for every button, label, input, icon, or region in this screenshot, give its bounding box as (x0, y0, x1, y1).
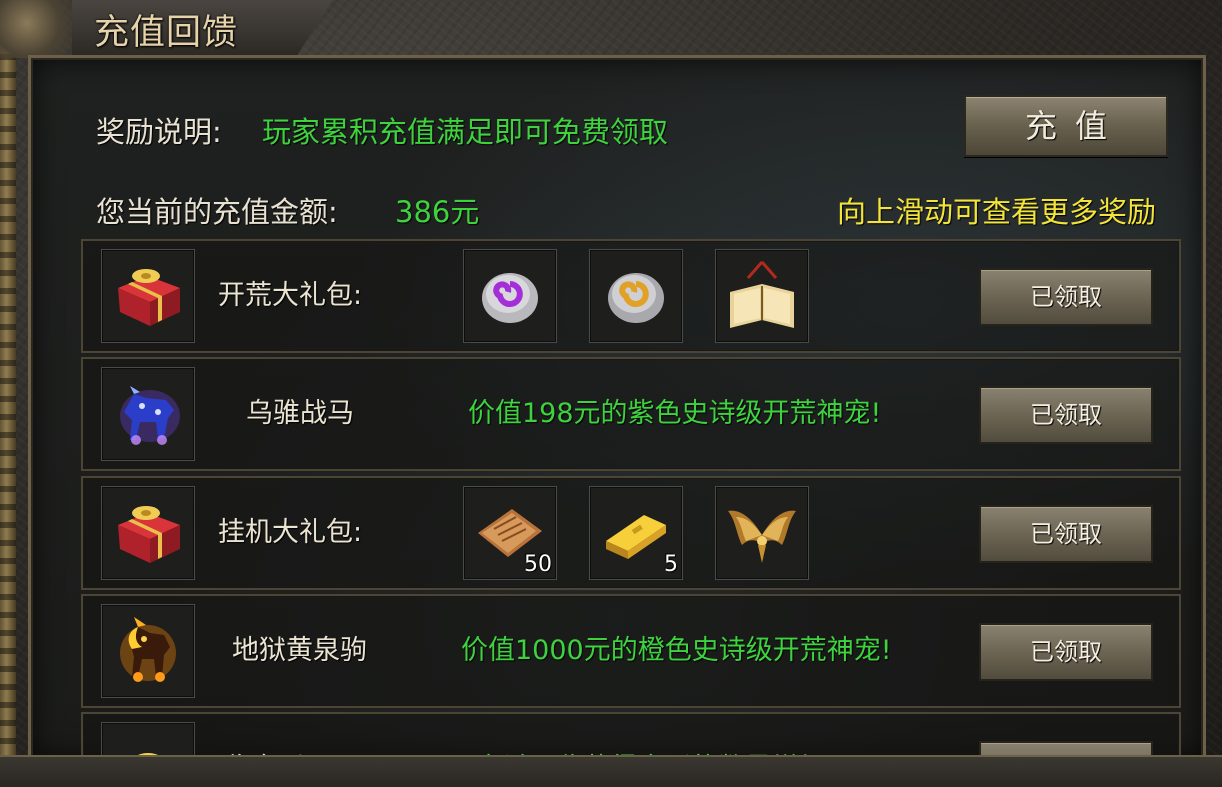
reward-name: 回收金币 (196, 714, 304, 758)
reward-icon-slot (101, 367, 195, 461)
reward-name: 开荒大礼包: (218, 280, 363, 311)
reward-name: 乌骓战马 (246, 398, 354, 429)
reward-icon-slot (101, 486, 195, 580)
gift-box-icon (118, 269, 180, 326)
gold-bar-icon (606, 515, 666, 559)
gift-box-icon (118, 506, 180, 563)
purple-rune-stone-icon (482, 273, 538, 323)
reward-desc-text: 玩家累积充值满足即可免费领取 (262, 115, 669, 149)
reward-icon-slot (101, 249, 195, 343)
claimed-button[interactable]: 已领取 (979, 623, 1153, 681)
reward-desc-label: 奖励说明: (96, 115, 222, 149)
frame-bottom-edge (0, 755, 1222, 787)
current-amount-value: 386元 (395, 195, 480, 229)
skill-book-icon (730, 261, 794, 328)
gold-rune-stone-icon (608, 273, 664, 323)
reward-item-slot[interactable] (589, 249, 683, 343)
reward-item-slot[interactable] (715, 486, 809, 580)
recharge-button[interactable]: 充值 (964, 95, 1168, 157)
reward-item-slot[interactable]: 5 (589, 486, 683, 580)
reward-row: 乌骓战马 价值198元的紫色史诗级开荒神宠! 已领取 (81, 357, 1181, 471)
dragon-ornament (0, 0, 16, 785)
current-amount-label: 您当前的充值金额: (96, 195, 338, 229)
reward-desc: 价值198元的紫色史诗级开荒神宠! (468, 398, 882, 429)
item-quantity: 5 (664, 552, 678, 577)
purple-horse-icon (120, 386, 180, 445)
reward-row: 挂机大礼包: 50 5 已领取 (81, 476, 1181, 590)
reward-item-slot[interactable] (715, 249, 809, 343)
main-panel: 奖励说明: 玩家累积充值满足即可免费领取 充值 您当前的充值金额: 386元 向… (28, 55, 1206, 761)
gold-coin-icon (132, 753, 164, 758)
window-title: 充值回馈 (94, 13, 239, 53)
reward-row: 开荒大礼包: 已领取 (81, 239, 1181, 353)
reward-desc: 价值1000元的橙色史诗级开荒神宠! (461, 635, 892, 666)
reward-icon-slot (101, 722, 195, 758)
claimed-button[interactable]: 已领取 (979, 386, 1153, 444)
scroll-hint: 向上滑动可查看更多奖励 (837, 195, 1157, 229)
golden-wings-icon (728, 510, 796, 563)
flame-horse-icon (120, 617, 176, 682)
reward-list[interactable]: 开荒大礼包: 已领取 乌骓战马 价值198元的紫色史诗级开荒神宠! 已领取 挂机… (81, 239, 1183, 758)
claimed-button[interactable]: 已领取 (979, 268, 1153, 326)
reward-item-slot[interactable] (463, 249, 557, 343)
claimed-button[interactable]: 已领取 (979, 505, 1153, 563)
reward-item-slot[interactable]: 50 (463, 486, 557, 580)
item-quantity: 50 (524, 552, 552, 577)
reward-desc: 击杀回收获得金币的数量增加 (475, 714, 826, 758)
reward-row: 地狱黄泉驹 价值1000元的橙色史诗级开荒神宠! 已领取 (81, 594, 1181, 708)
reward-name: 地狱黄泉驹 (232, 635, 367, 666)
reward-name: 挂机大礼包: (218, 517, 363, 548)
reward-icon-slot (101, 604, 195, 698)
reward-row: 回收金币 击杀回收获得金币的数量增加 (81, 712, 1181, 758)
